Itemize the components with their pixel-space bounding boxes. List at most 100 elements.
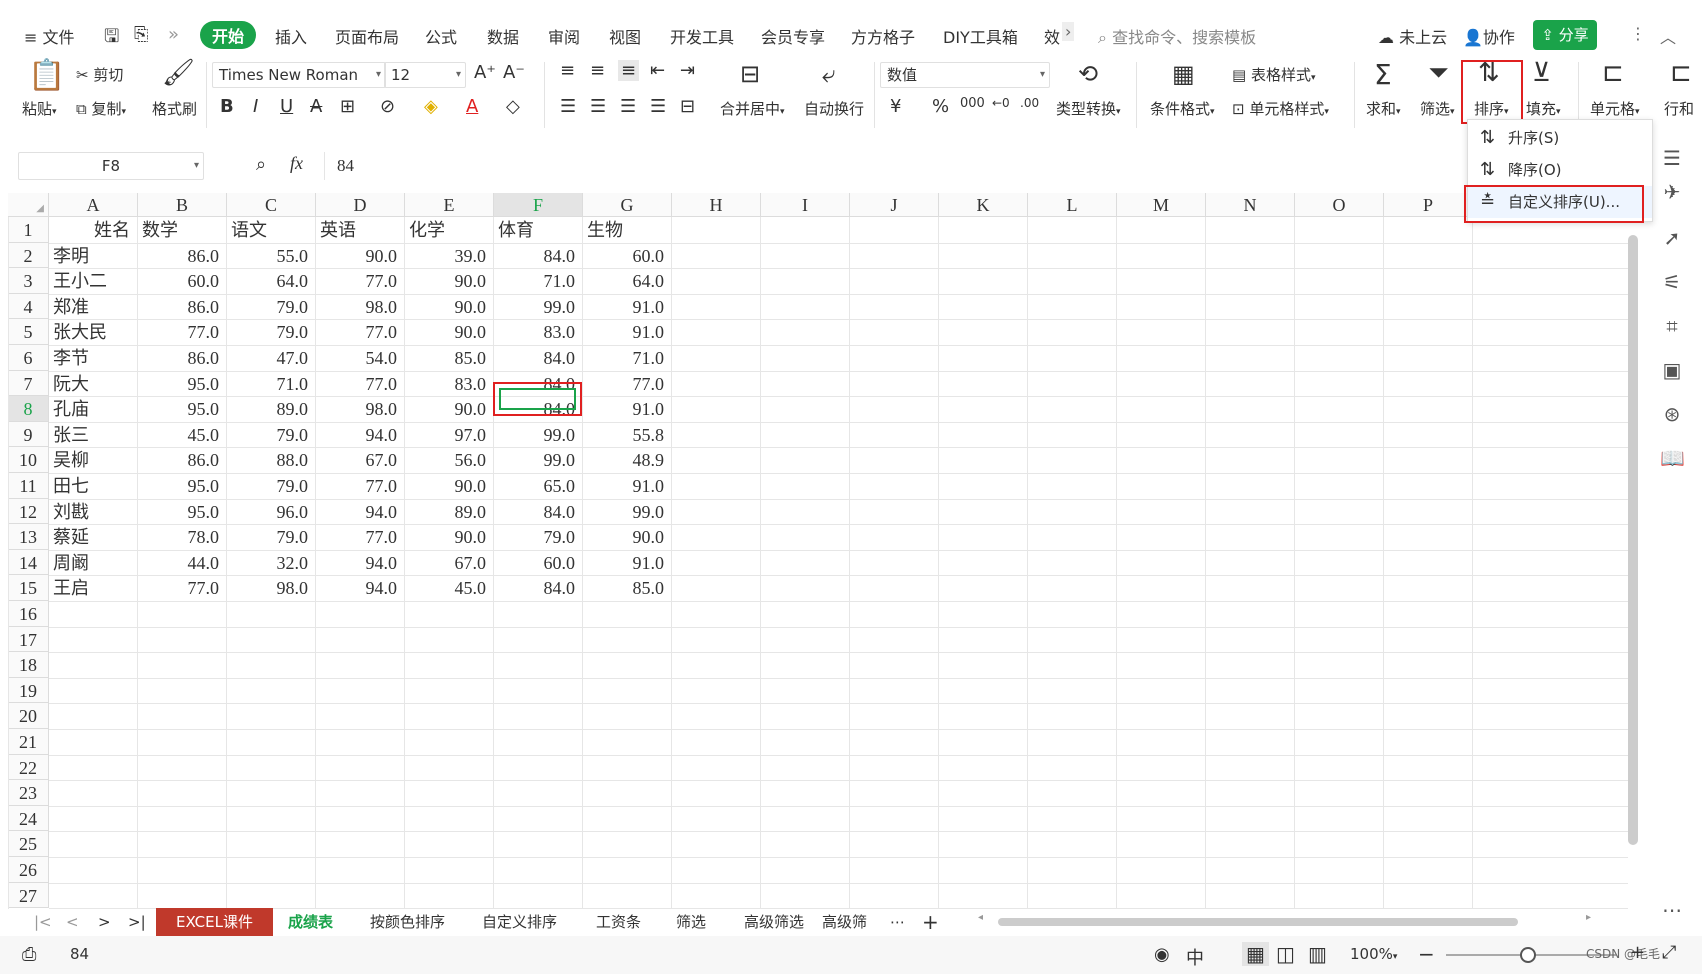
tab-view[interactable]: 视图 <box>609 24 641 48</box>
cell[interactable]: 91.0 <box>583 473 672 499</box>
book-icon[interactable]: 📖 <box>1660 446 1685 470</box>
more-tabs-icon[interactable]: › <box>1062 22 1075 41</box>
share-button[interactable]: ⇪ 分享 <box>1533 20 1597 50</box>
conditional-format-icon[interactable]: ▦ <box>1172 60 1195 88</box>
cell[interactable]: 84.0 <box>494 575 583 601</box>
select-all-corner[interactable]: ◢ <box>8 193 49 217</box>
tab-formula[interactable]: 公式 <box>425 24 457 48</box>
column-header[interactable]: E <box>405 193 494 217</box>
merge-center-button[interactable]: 合并居中▾ <box>720 98 785 119</box>
cell[interactable]: 60.0 <box>494 550 583 576</box>
row-header[interactable]: 23 <box>8 780 49 806</box>
paste-button[interactable]: 粘贴▾ <box>22 98 57 119</box>
row-header[interactable]: 14 <box>8 549 49 576</box>
decrease-font-icon[interactable]: A⁻ <box>503 62 525 83</box>
zoom-select[interactable]: 100%▾ <box>1350 945 1397 963</box>
cell[interactable]: 94.0 <box>316 422 405 448</box>
format-painter-button[interactable]: 格式刷 <box>152 98 197 119</box>
align-bottom-icon[interactable]: ≡ <box>618 60 640 81</box>
underline-icon[interactable]: U <box>280 96 293 117</box>
type-convert-icon[interactable]: ⟲ <box>1078 60 1098 88</box>
tab-data[interactable]: 数据 <box>487 24 519 48</box>
vertical-scrollbar[interactable] <box>1628 235 1638 845</box>
scroll-right-icon[interactable]: ▸ <box>1586 912 1591 923</box>
sheet-tab-adv-filter-2[interactable]: 高级筛 <box>808 908 878 936</box>
fill-button[interactable]: 填充▾ <box>1526 98 1561 119</box>
sheet-tab-excel[interactable]: EXCEL课件 <box>156 908 273 936</box>
tab-fangfang[interactable]: 方方格子 <box>851 24 915 48</box>
cell[interactable]: 79.0 <box>227 524 316 550</box>
cell[interactable]: 90.0 <box>316 243 405 269</box>
cell[interactable]: 78.0 <box>138 524 227 550</box>
cell[interactable]: 吴柳 <box>49 447 138 473</box>
table-style-button[interactable]: ▤ 表格样式▾ <box>1232 64 1316 85</box>
number-format-select[interactable]: 数值 ▾ <box>880 62 1050 88</box>
row-header[interactable]: 7 <box>8 370 49 397</box>
column-header[interactable]: L <box>1028 193 1117 217</box>
filter-icon[interactable]: ⏷ <box>1428 58 1449 89</box>
cell[interactable]: 79.0 <box>227 422 316 448</box>
cell[interactable]: 83.0 <box>494 319 583 345</box>
cell[interactable]: 94.0 <box>316 575 405 601</box>
cell[interactable]: 99.0 <box>494 422 583 448</box>
bold-icon[interactable]: B <box>220 96 234 117</box>
cell[interactable]: 94.0 <box>316 499 405 525</box>
cell[interactable]: 60.0 <box>138 268 227 294</box>
cell[interactable]: 54.0 <box>316 345 405 371</box>
cell[interactable]: 91.0 <box>583 319 672 345</box>
row-header[interactable]: 9 <box>8 421 49 448</box>
cell-style-button[interactable]: ⊡ 单元格样式▾ <box>1232 98 1329 119</box>
save-icon[interactable]: 🖫 <box>104 24 119 54</box>
cell[interactable]: 85.0 <box>583 575 672 601</box>
column-header[interactable]: K <box>939 193 1028 217</box>
cell[interactable]: 阮大 <box>49 371 138 397</box>
row-header[interactable]: 4 <box>8 293 49 320</box>
compass-icon[interactable]: ⊛ <box>1660 402 1684 426</box>
zoom-slider-thumb[interactable] <box>1520 947 1536 963</box>
cell[interactable]: 77.0 <box>138 319 227 345</box>
align-left-icon[interactable]: ☰ <box>560 96 576 117</box>
horizontal-scrollbar-thumb[interactable] <box>998 918 1518 926</box>
rocket-icon[interactable]: ✈ <box>1660 180 1684 204</box>
tab-review[interactable]: 审阅 <box>548 24 580 48</box>
tab-developer[interactable]: 开发工具 <box>670 24 734 48</box>
cell[interactable]: 李明 <box>49 243 138 269</box>
zoom-in-icon[interactable]: + <box>1630 942 1645 963</box>
cell[interactable]: 姓名 <box>49 217 138 243</box>
cell[interactable]: 86.0 <box>138 345 227 371</box>
align-middle-icon[interactable]: ≡ <box>590 60 605 81</box>
cell[interactable]: 64.0 <box>583 268 672 294</box>
cell[interactable]: 99.0 <box>494 294 583 320</box>
cell[interactable]: 86.0 <box>138 294 227 320</box>
row-header[interactable]: 8 <box>8 396 49 422</box>
cell[interactable]: 71.0 <box>227 371 316 397</box>
collapse-ribbon-icon[interactable]: ︿ <box>1660 24 1676 48</box>
cell[interactable]: 60.0 <box>583 243 672 269</box>
cell[interactable]: 71.0 <box>583 345 672 371</box>
merge-center-icon[interactable]: ⊟ <box>740 60 760 88</box>
tab-member[interactable]: 会员专享 <box>761 24 825 48</box>
page-break-view-icon[interactable]: ◫ <box>1276 942 1295 966</box>
cell[interactable]: 67.0 <box>405 550 494 576</box>
cell[interactable]: 95.0 <box>138 396 227 422</box>
cell[interactable]: 李节 <box>49 345 138 371</box>
more-options-icon[interactable]: ⋮ <box>1630 24 1646 43</box>
sheet-tab-scores[interactable]: 成绩表 <box>274 908 347 936</box>
cell-icon[interactable]: ⊏ <box>1602 58 1624 88</box>
column-header[interactable]: J <box>850 193 939 217</box>
cell[interactable]: 79.0 <box>494 524 583 550</box>
row-header[interactable]: 6 <box>8 345 49 371</box>
cell[interactable]: 47.0 <box>227 345 316 371</box>
cell[interactable]: 99.0 <box>583 499 672 525</box>
file-menu[interactable]: ≡ 文件 <box>24 24 75 48</box>
cell[interactable]: 77.0 <box>316 524 405 550</box>
cell[interactable]: 91.0 <box>583 294 672 320</box>
cell[interactable]: 90.0 <box>405 473 494 499</box>
cut-button[interactable]: ✂ 剪切 <box>76 64 123 85</box>
cell[interactable]: 生物 <box>583 217 672 243</box>
cell[interactable]: 98.0 <box>316 294 405 320</box>
cell[interactable]: 85.0 <box>405 345 494 371</box>
column-header[interactable]: A <box>49 193 138 217</box>
cell[interactable]: 79.0 <box>227 473 316 499</box>
macro-icon[interactable]: ⎙ <box>22 944 36 965</box>
